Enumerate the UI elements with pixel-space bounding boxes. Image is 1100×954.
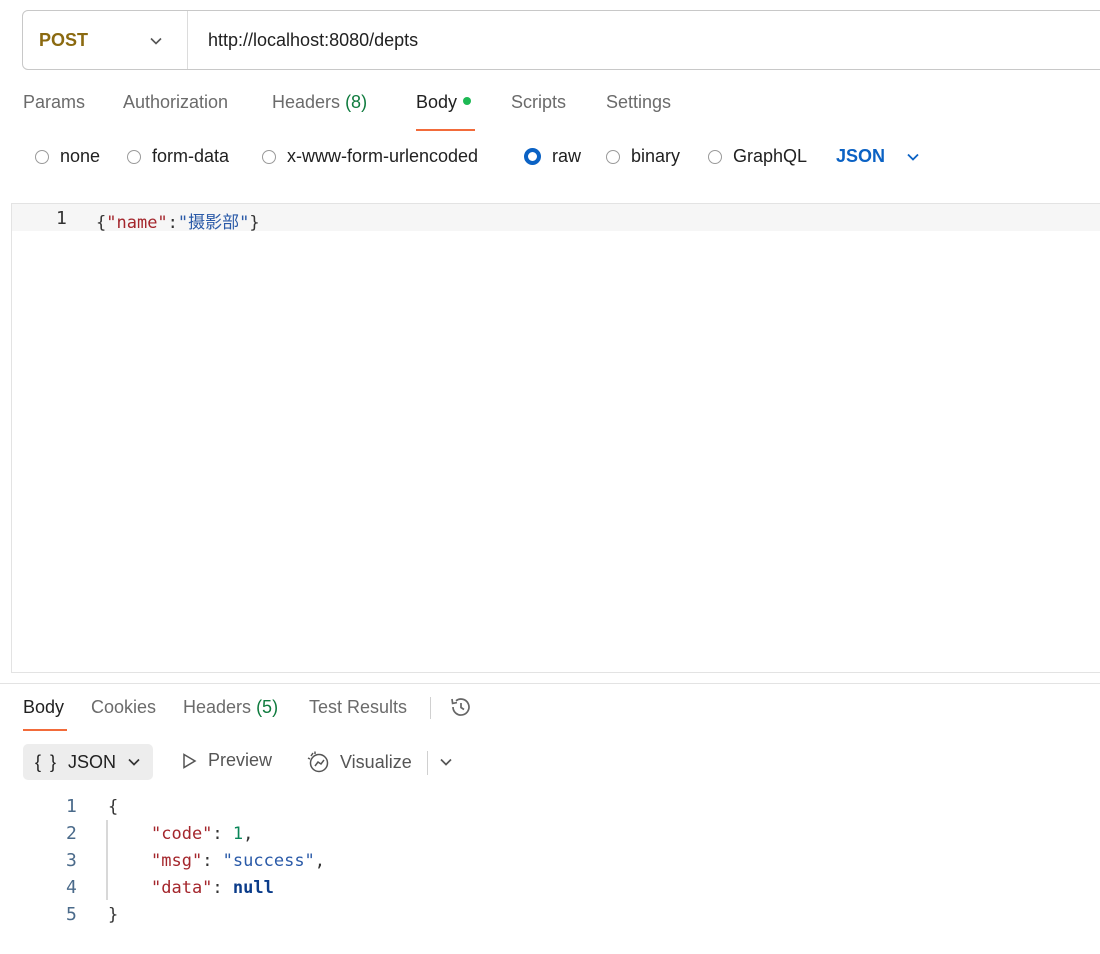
tab-body-label: Body	[416, 92, 458, 112]
radio-none-label: none	[60, 146, 101, 166]
resp-headers-count: (5)	[256, 697, 279, 717]
toolbar-separator	[427, 751, 428, 775]
editor-line-number: 1	[56, 208, 67, 229]
body-modified-dot	[463, 97, 472, 105]
visualize-icon	[307, 751, 329, 773]
preview-button[interactable]: Preview	[180, 750, 272, 771]
resp-line-number: 5	[66, 904, 77, 925]
open-brace: {	[96, 213, 107, 233]
radio-form-data-circle[interactable]	[127, 149, 141, 164]
tab-scripts[interactable]: Scripts	[511, 92, 566, 113]
raw-format-label: JSON	[836, 146, 886, 166]
play-icon	[183, 752, 197, 769]
response-format-label: JSON	[68, 751, 117, 772]
resp-line-number: 1	[66, 796, 77, 817]
tab-body[interactable]: Body	[416, 92, 472, 113]
resp-line-number: 3	[66, 850, 77, 871]
radio-form-data[interactable]: form-data	[127, 146, 229, 167]
response-format-select[interactable]: { } JSON	[23, 744, 153, 780]
resp-close-brace: }	[108, 905, 119, 925]
tab-headers[interactable]: Headers (8)	[272, 92, 367, 113]
section-divider	[0, 683, 1100, 684]
raw-format-select[interactable]: JSON	[836, 146, 921, 167]
chevron-down-icon[interactable]	[438, 754, 454, 770]
tab-params[interactable]: Params	[23, 92, 85, 113]
chevron-down-icon	[128, 758, 140, 766]
request-body-editor[interactable]: 1 {"name":"摄影部"}	[11, 203, 1100, 673]
resp-tab-body[interactable]: Body	[23, 697, 64, 718]
active-tab-underline	[416, 129, 475, 131]
resp-val-code: 1	[232, 824, 244, 844]
radio-raw[interactable]: raw	[524, 146, 581, 167]
radio-urlencoded[interactable]: x-www-form-urlencoded	[262, 146, 478, 167]
json-value: "摄影部"	[177, 213, 250, 233]
visualize-button[interactable]: Visualize	[307, 750, 412, 774]
radio-graphql[interactable]: GraphQL	[708, 146, 807, 167]
close-brace: }	[249, 213, 260, 233]
resp-open-brace: {	[108, 797, 119, 817]
radio-none-circle[interactable]	[35, 149, 49, 164]
resp-tab-headers[interactable]: Headers (5)	[183, 697, 278, 718]
resp-key-code: "code"	[151, 824, 213, 844]
radio-raw-circle[interactable]	[524, 148, 541, 165]
resp-active-tab-underline	[23, 729, 67, 731]
resp-code-line: "code": 1,	[151, 824, 254, 844]
headers-count: (8)	[345, 92, 368, 112]
resp-key-msg: "msg"	[151, 851, 203, 871]
tab-headers-label: Headers	[272, 92, 341, 112]
method-select[interactable]: POST	[23, 11, 188, 69]
resp-line-number: 2	[66, 823, 77, 844]
resp-line-number: 4	[66, 877, 77, 898]
braces-icon: { }	[35, 751, 59, 772]
radio-graphql-label: GraphQL	[733, 146, 808, 166]
url-bar: POST http://localhost:8080/depts	[22, 10, 1100, 70]
resp-data-line: "data": null	[151, 878, 274, 898]
resp-val-data: null	[232, 878, 274, 898]
radio-form-data-label: form-data	[152, 146, 230, 166]
radio-binary[interactable]: binary	[606, 146, 680, 167]
radio-binary-circle[interactable]	[606, 149, 620, 164]
colon: :	[167, 213, 178, 233]
radio-binary-label: binary	[631, 146, 681, 166]
radio-urlencoded-circle[interactable]	[262, 149, 276, 164]
preview-label: Preview	[208, 750, 273, 770]
radio-graphql-circle[interactable]	[708, 149, 722, 164]
url-input[interactable]: http://localhost:8080/depts	[188, 30, 418, 51]
resp-val-msg: "success"	[222, 851, 315, 871]
chevron-down-icon	[150, 37, 162, 45]
editor-code-line[interactable]: {"name":"摄影部"}	[96, 208, 260, 233]
indent-guide	[106, 820, 108, 900]
chevron-down-icon	[907, 153, 919, 161]
resp-tab-cookies[interactable]: Cookies	[91, 697, 156, 718]
visualize-label: Visualize	[340, 751, 412, 772]
radio-raw-label: raw	[552, 146, 582, 166]
method-label: POST	[39, 29, 89, 50]
tab-authorization[interactable]: Authorization	[123, 92, 228, 113]
resp-tab-test-results[interactable]: Test Results	[309, 697, 407, 718]
resp-tab-headers-label: Headers	[183, 697, 252, 717]
radio-none[interactable]: none	[35, 146, 100, 167]
json-key: "name"	[106, 213, 168, 233]
tab-settings[interactable]: Settings	[606, 92, 671, 113]
radio-urlencoded-label: x-www-form-urlencoded	[287, 146, 479, 166]
tab-separator	[430, 697, 431, 719]
history-icon[interactable]	[449, 695, 473, 719]
resp-msg-line: "msg": "success",	[151, 851, 326, 871]
resp-key-data: "data"	[151, 878, 213, 898]
